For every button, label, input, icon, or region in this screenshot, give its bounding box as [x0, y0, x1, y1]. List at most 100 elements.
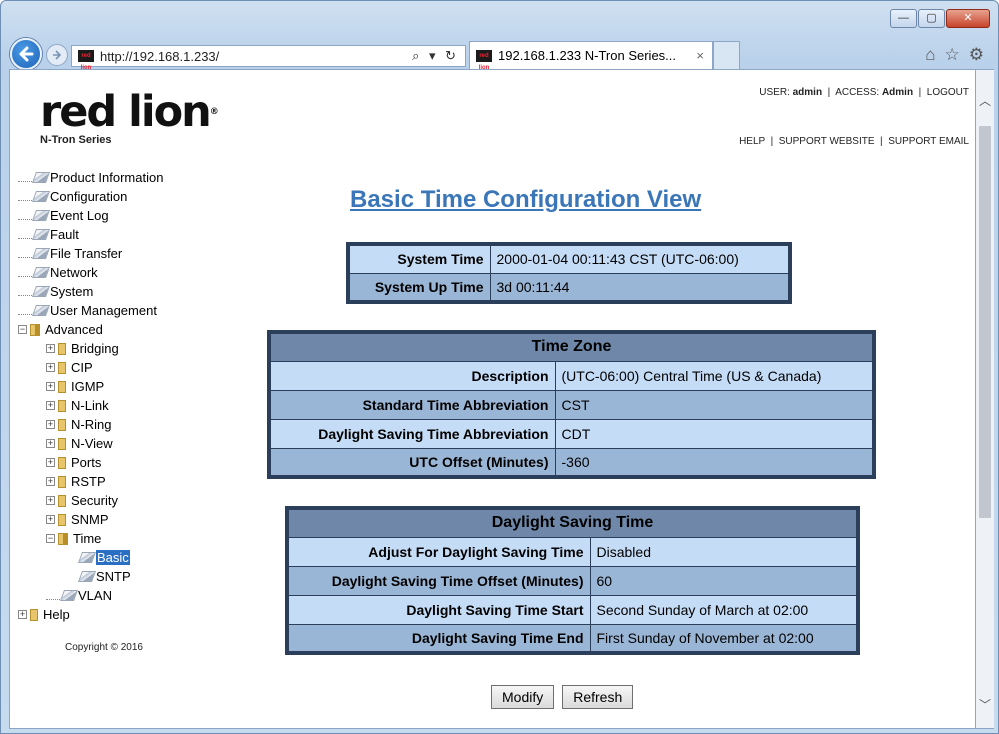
- expand-icon[interactable]: +: [46, 496, 55, 505]
- expand-icon[interactable]: +: [46, 363, 55, 372]
- expand-icon[interactable]: +: [46, 477, 55, 486]
- page-title: Basic Time Configuration View: [350, 186, 702, 213]
- dst-abbr-label: Daylight Saving Time Abbreviation: [268, 418, 556, 449]
- user-value: admin: [792, 87, 823, 98]
- arrow-right-icon: [53, 50, 62, 60]
- page-icon: [77, 552, 97, 563]
- nav-item-time[interactable]: − Time: [18, 529, 163, 548]
- nav-item-ports[interactable]: + Ports: [18, 453, 163, 472]
- nav-item-sntp[interactable]: SNTP: [18, 567, 163, 586]
- nav-item-igmp[interactable]: + IGMP: [18, 377, 163, 396]
- expand-icon[interactable]: +: [46, 401, 55, 410]
- tab-active[interactable]: red lion 192.168.1.233 N-Tron Series... …: [469, 41, 713, 71]
- page-icon: [31, 286, 51, 297]
- new-tab-button[interactable]: [713, 41, 740, 69]
- folder-icon: [58, 456, 66, 469]
- nav-item-security[interactable]: + Security: [18, 491, 163, 510]
- collapse-icon[interactable]: −: [46, 534, 55, 543]
- support-website-link[interactable]: SUPPORT WEBSITE: [779, 136, 875, 147]
- scroll-up-icon[interactable]: ︿: [976, 92, 994, 112]
- minimize-button[interactable]: —: [890, 9, 917, 28]
- logout-link[interactable]: LOGOUT: [927, 87, 969, 98]
- table-row: Daylight Saving Time Start Second Sunday…: [286, 594, 859, 625]
- nav-item-basic[interactable]: Basic: [18, 548, 163, 567]
- nav-item-n-ring[interactable]: + N-Ring: [18, 415, 163, 434]
- table-row: System Time 2000-01-04 00:11:43 CST (UTC…: [347, 243, 791, 274]
- nav-item-n-link[interactable]: + N-Link: [18, 396, 163, 415]
- home-icon[interactable]: ⌂: [925, 45, 935, 65]
- settings-gear-icon[interactable]: ⚙: [969, 45, 984, 65]
- folder-icon: [58, 437, 66, 450]
- expand-icon[interactable]: +: [18, 610, 27, 619]
- address-url[interactable]: http://192.168.1.233/: [100, 49, 412, 64]
- favorites-star-icon[interactable]: ☆: [945, 45, 960, 65]
- system-up-time-label: System Up Time: [347, 272, 491, 303]
- table-row: Standard Time Abbreviation CST: [268, 389, 875, 420]
- table-row: UTC Offset (Minutes) -360: [268, 447, 875, 478]
- scroll-down-icon[interactable]: ﹀: [976, 696, 994, 716]
- expand-icon[interactable]: +: [46, 382, 55, 391]
- page-icon: [31, 248, 51, 259]
- nav-item-fault[interactable]: Fault: [18, 225, 163, 244]
- expand-icon[interactable]: +: [46, 420, 55, 429]
- nav-item-user-management[interactable]: User Management: [18, 301, 163, 320]
- user-label: USER:: [759, 87, 790, 98]
- close-button[interactable]: ✕: [946, 9, 990, 28]
- expand-icon[interactable]: +: [46, 458, 55, 467]
- folder-icon: [30, 608, 38, 621]
- access-value: Admin: [881, 87, 914, 98]
- adjust-dst-value: Disabled: [589, 536, 859, 567]
- tab-close-icon[interactable]: ×: [688, 48, 712, 63]
- window-controls: — ▢ ✕: [890, 9, 990, 28]
- nav-item-system[interactable]: System: [18, 282, 163, 301]
- nav-item-vlan[interactable]: VLAN: [18, 586, 163, 605]
- nav-item-event-log[interactable]: Event Log: [18, 206, 163, 225]
- expand-icon[interactable]: +: [46, 515, 55, 524]
- dst-heading: Daylight Saving Time: [286, 507, 859, 538]
- table-row: Daylight Saving Time End First Sunday of…: [286, 623, 859, 654]
- nav-item-snmp[interactable]: + SNMP: [18, 510, 163, 529]
- support-email-link[interactable]: SUPPORT EMAIL: [888, 136, 969, 147]
- system-time-value: 2000-01-04 00:11:43 CST (UTC-06:00): [489, 243, 791, 274]
- table-row: Daylight Saving Time Abbreviation CDT: [268, 418, 875, 449]
- nav-item-n-view[interactable]: + N-View: [18, 434, 163, 453]
- address-bar[interactable]: red lion http://192.168.1.233/ ⌕ ▾ ↻: [71, 45, 466, 71]
- nav-item-product-information[interactable]: Product Information: [18, 168, 163, 187]
- nav-item-cip[interactable]: + CIP: [18, 358, 163, 377]
- refresh-button[interactable]: Refresh: [562, 685, 634, 709]
- nav-item-rstp[interactable]: + RSTP: [18, 472, 163, 491]
- dst-abbr-value: CDT: [554, 418, 875, 449]
- expand-icon[interactable]: +: [46, 344, 55, 353]
- modify-button[interactable]: Modify: [491, 685, 555, 709]
- nav-item-file-transfer[interactable]: File Transfer: [18, 244, 163, 263]
- dst-offset-value: 60: [589, 565, 859, 596]
- page-icon: [31, 305, 51, 316]
- help-link[interactable]: HELP: [739, 136, 765, 147]
- scrollbar-thumb[interactable]: [979, 126, 991, 518]
- system-up-time-value: 3d 00:11:44: [489, 272, 791, 303]
- dst-end-value: First Sunday of November at 02:00: [589, 623, 859, 654]
- back-button[interactable]: [10, 38, 42, 70]
- folder-icon: [58, 475, 66, 488]
- expand-icon[interactable]: +: [46, 439, 55, 448]
- page-icon: [31, 267, 51, 278]
- arrow-left-icon: [19, 46, 34, 62]
- dst-start-value: Second Sunday of March at 02:00: [589, 594, 859, 625]
- nav-item-configuration[interactable]: Configuration: [18, 187, 163, 206]
- page-icon: [77, 571, 97, 582]
- vertical-scrollbar[interactable]: ︿ ﹀: [976, 69, 994, 729]
- nav-item-network[interactable]: Network: [18, 263, 163, 282]
- access-label: ACCESS:: [835, 87, 880, 98]
- action-buttons: Modify Refresh: [491, 685, 634, 709]
- daylight-saving-table: Daylight Saving Time Adjust For Daylight…: [285, 506, 860, 655]
- table-row: System Up Time 3d 00:11:44: [347, 272, 791, 303]
- forward-button[interactable]: [46, 44, 68, 66]
- logo-reg: ®: [209, 107, 219, 117]
- std-abbr-label: Standard Time Abbreviation: [268, 389, 556, 420]
- address-controls[interactable]: ⌕ ▾ ↻: [412, 48, 465, 64]
- collapse-icon[interactable]: −: [18, 325, 27, 334]
- nav-item-bridging[interactable]: + Bridging: [18, 339, 163, 358]
- nav-item-help[interactable]: + Help: [18, 605, 163, 624]
- maximize-button[interactable]: ▢: [918, 9, 945, 28]
- nav-item-advanced[interactable]: − Advanced: [18, 320, 163, 339]
